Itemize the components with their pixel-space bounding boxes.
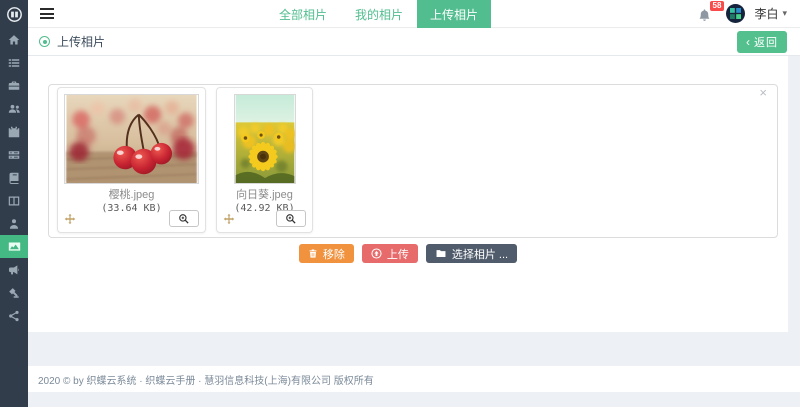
browse-photos-button[interactable]: 选择相片 ...: [425, 244, 518, 263]
home-icon: [8, 34, 20, 46]
book-icon: [8, 172, 20, 184]
drag-move-icon[interactable]: [223, 213, 235, 225]
tab-upload-photos[interactable]: 上传相片: [417, 0, 492, 28]
zoom-preview-button[interactable]: [276, 210, 306, 227]
notification-count-badge: 58: [709, 0, 725, 11]
remove-button[interactable]: 移除: [298, 244, 354, 263]
back-button-label: 返回: [754, 36, 778, 49]
sidebar-item-share[interactable]: [0, 304, 28, 327]
briefcase-icon: [8, 80, 20, 92]
page-title: 上传相片: [57, 35, 106, 49]
sidebar-item-photos[interactable]: [0, 235, 28, 258]
sidebar-item-tasks[interactable]: [0, 143, 28, 166]
sidebar-item-list[interactable]: [0, 51, 28, 74]
upload-panel: × 樱桃.jpeg (33.64 KB) 向日葵.jpeg (42.92 KB)…: [28, 56, 788, 332]
chevron-left-icon: ‹: [746, 34, 750, 49]
back-button[interactable]: ‹ 返回: [737, 30, 787, 53]
upload-circle-icon: [371, 248, 382, 259]
caret-down-icon: ▾: [782, 8, 787, 18]
uploader-actions: 移除 上传 选择相片 ...: [28, 244, 788, 263]
folder-icon: [436, 250, 446, 257]
sidebar-item-gavel[interactable]: [0, 281, 28, 304]
user-icon: [8, 218, 20, 230]
notification-bell-icon[interactable]: 58: [697, 0, 725, 24]
file-name: 向日葵.jpeg: [236, 189, 293, 201]
sidebar: [0, 0, 28, 407]
photo-tabs: 全部相片 我的相片 上传相片: [265, 0, 492, 28]
copyright-text: 2020 © by 织蝶云系统 · 织蝶云手册 · 慧羽信息科技(上海)有限公司…: [38, 375, 374, 387]
tab-all-photos[interactable]: 全部相片: [265, 0, 341, 28]
file-preview-card: 樱桃.jpeg (33.64 KB): [57, 87, 206, 233]
file-preview-card: 向日葵.jpeg (42.92 KB): [216, 87, 313, 233]
list-icon: [8, 57, 20, 69]
drag-move-icon[interactable]: [64, 213, 76, 225]
footer: 2020 © by 织蝶云系统 · 织蝶云手册 · 慧羽信息科技(上海)有限公司…: [28, 366, 800, 392]
dot-circle-icon: [39, 36, 50, 47]
photos-icon: [8, 240, 21, 253]
page-header: 上传相片 ‹ 返回: [28, 28, 800, 56]
file-dropzone[interactable]: × 樱桃.jpeg (33.64 KB) 向日葵.jpeg (42.92 KB): [48, 84, 778, 238]
content-gap: [28, 332, 800, 366]
tasks-icon: [8, 149, 20, 161]
sunflowers-thumbnail: [233, 94, 296, 184]
file-card-footer: [64, 210, 199, 227]
sidebar-item-bullhorn[interactable]: [0, 258, 28, 281]
calendar-icon: [8, 126, 20, 138]
user-menu[interactable]: 李白 ▾: [754, 5, 787, 22]
upload-button[interactable]: 上传: [361, 244, 418, 263]
columns-icon: [8, 195, 20, 207]
user-name-label: 李白: [754, 7, 779, 21]
main-column: 全部相片 我的相片 上传相片 58 李白 ▾ 上传相片 ‹ 返回 × 樱桃.jp…: [28, 0, 800, 407]
magnifier-plus-icon: [179, 213, 189, 224]
sidebar-item-home[interactable]: [0, 28, 28, 51]
user-avatar[interactable]: [726, 4, 746, 23]
top-navbar: 全部相片 我的相片 上传相片 58 李白 ▾: [28, 0, 800, 28]
file-card-footer: [223, 210, 306, 227]
bullhorn-icon: [8, 264, 20, 276]
tab-my-photos[interactable]: 我的相片: [341, 0, 417, 28]
share-icon: [8, 310, 20, 322]
zoom-preview-button[interactable]: [169, 210, 199, 227]
sidebar-item-calendar[interactable]: [0, 120, 28, 143]
sidebar-item-columns[interactable]: [0, 189, 28, 212]
sidebar-item-user[interactable]: [0, 212, 28, 235]
sidebar-item-users[interactable]: [0, 97, 28, 120]
sidebar-item-book[interactable]: [0, 166, 28, 189]
users-icon: [8, 102, 21, 115]
trash-icon: [309, 249, 317, 258]
logo-book-circle-icon[interactable]: [6, 0, 23, 28]
close-icon[interactable]: ×: [759, 85, 767, 101]
file-name: 樱桃.jpeg: [108, 189, 155, 201]
navbar-right: 58 李白 ▾: [697, 0, 800, 24]
magnifier-plus-icon: [286, 213, 296, 224]
gavel-icon: [8, 287, 20, 299]
cherries-thumbnail: [64, 94, 199, 184]
sidebar-item-briefcase[interactable]: [0, 74, 28, 97]
hamburger-menu-icon[interactable]: [28, 0, 66, 28]
